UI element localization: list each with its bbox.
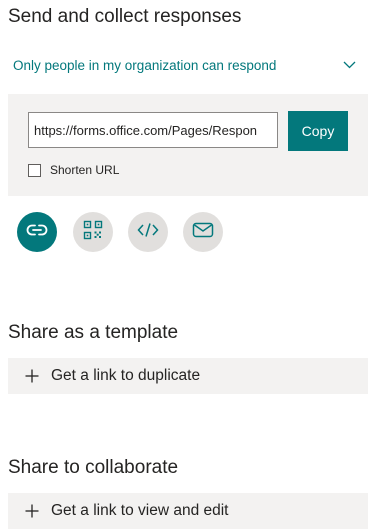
shorten-url-label: Shorten URL: [50, 163, 120, 177]
get-duplicate-link-button[interactable]: Get a link to duplicate: [8, 358, 368, 394]
get-edit-link-button[interactable]: Get a link to view and edit: [8, 493, 368, 529]
email-share-button[interactable]: [183, 212, 223, 252]
qr-code-icon: [83, 220, 103, 245]
share-template-title: Share as a template: [8, 322, 179, 343]
share-collaborate-title: Share to collaborate: [8, 457, 179, 478]
send-collect-title: Send and collect responses: [8, 6, 242, 27]
url-field[interactable]: [28, 112, 278, 148]
shorten-url-option: Shorten URL: [28, 161, 119, 179]
copy-button[interactable]: Copy: [288, 111, 348, 151]
link-share-button[interactable]: [17, 212, 57, 252]
get-edit-link-label: Get a link to view and edit: [51, 502, 229, 519]
qr-code-share-button[interactable]: [73, 212, 113, 252]
plus-icon: [25, 504, 39, 518]
share-method-buttons: [0, 212, 372, 254]
email-icon: [192, 222, 214, 243]
link-panel: Copy Shorten URL: [8, 94, 368, 196]
shorten-url-checkbox[interactable]: [28, 163, 41, 177]
embed-code-icon: [137, 222, 159, 243]
get-duplicate-link-label: Get a link to duplicate: [51, 367, 201, 384]
embed-share-button[interactable]: [128, 212, 168, 252]
audience-selected-value: Only people in my organization can respo…: [13, 57, 277, 73]
chevron-down-icon: [342, 58, 356, 72]
audience-dropdown[interactable]: Only people in my organization can respo…: [0, 48, 368, 82]
link-icon: [26, 223, 48, 242]
plus-icon: [25, 369, 39, 383]
